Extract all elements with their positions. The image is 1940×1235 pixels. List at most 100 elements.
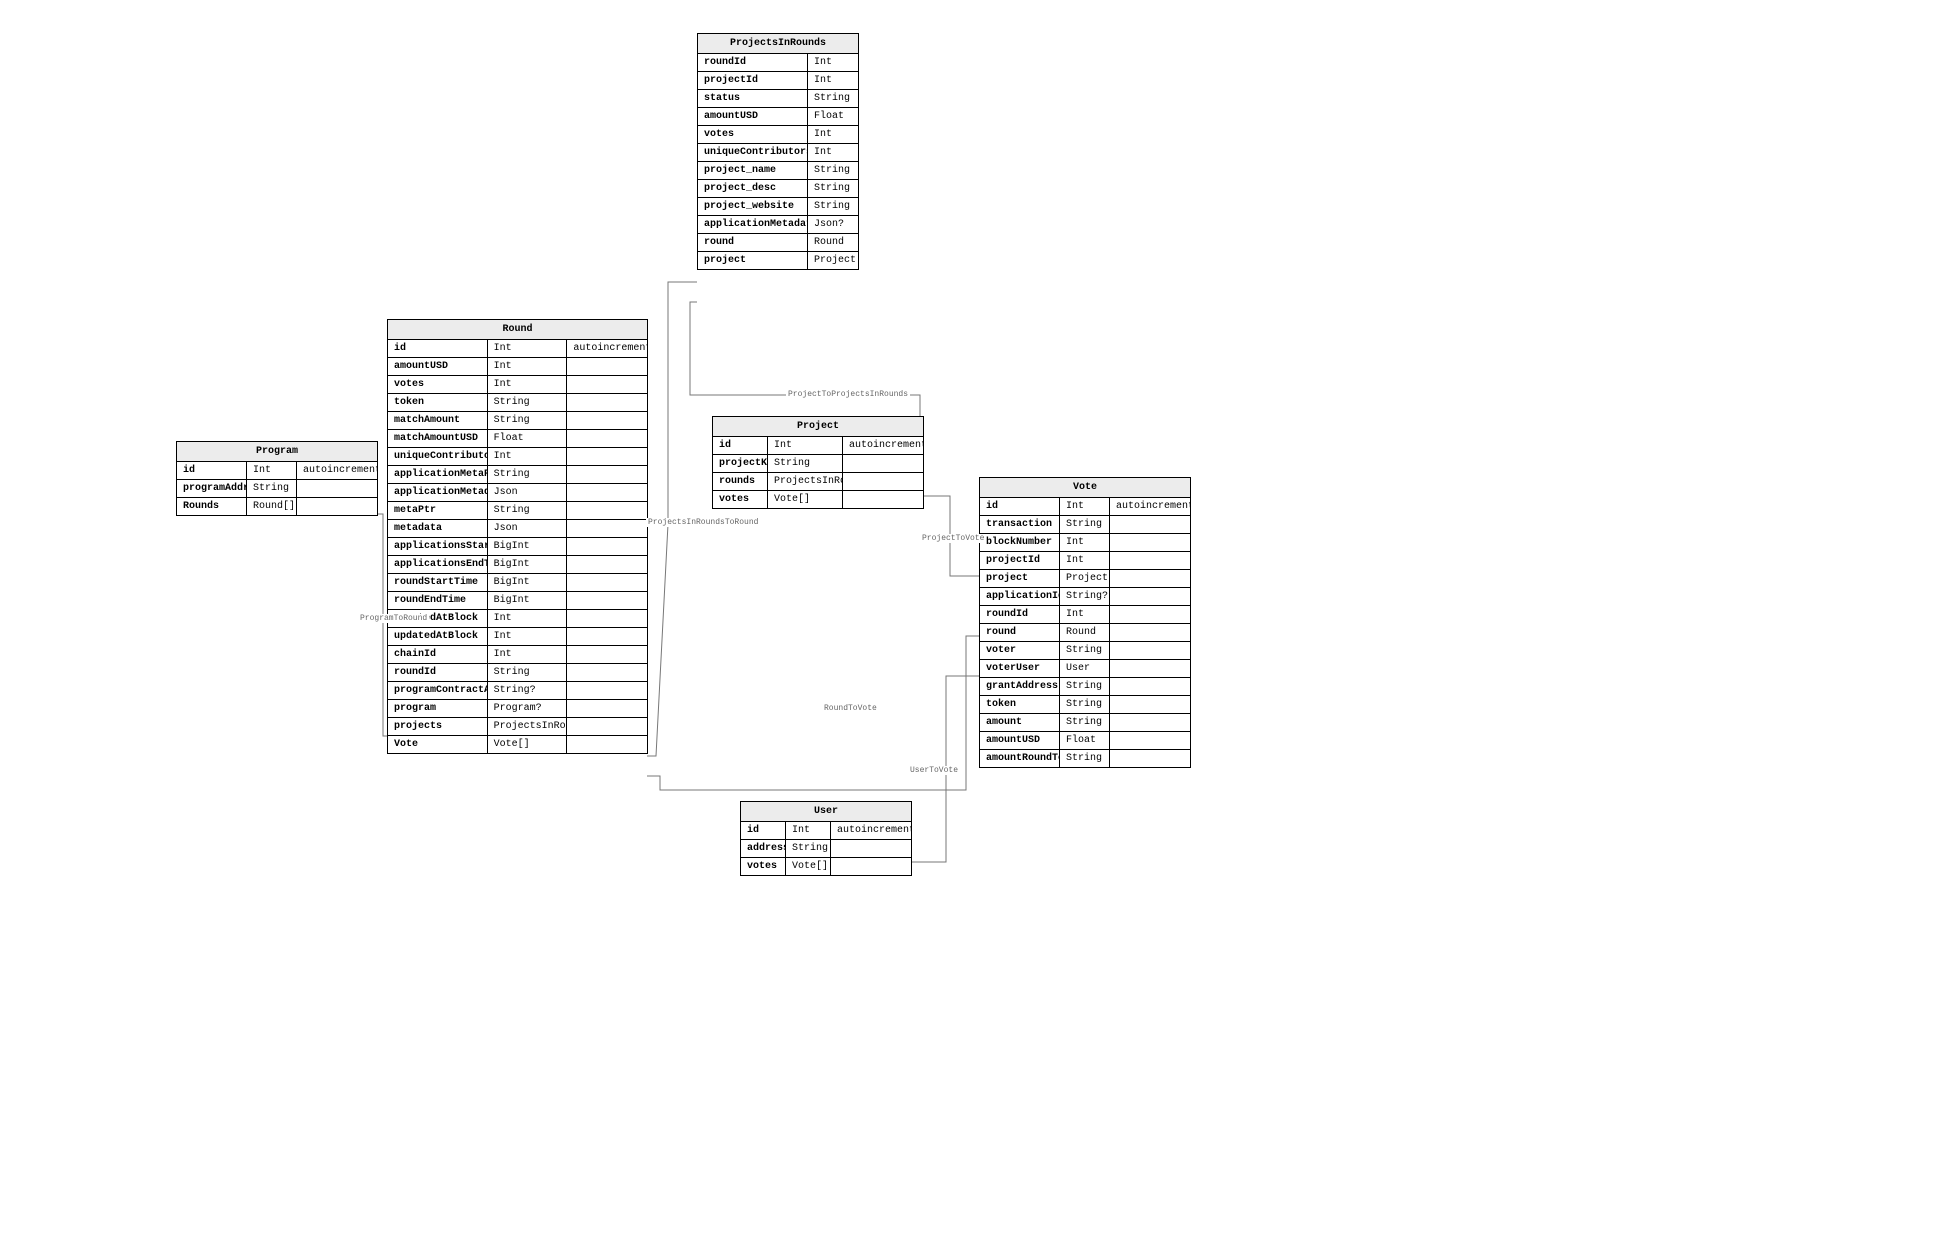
column-name: Rounds bbox=[177, 498, 247, 515]
column-extra bbox=[1110, 534, 1190, 551]
column-name: grantAddress bbox=[980, 678, 1060, 695]
table-row: idIntautoincrement() bbox=[741, 822, 911, 840]
column-extra bbox=[567, 700, 647, 717]
table-title: User bbox=[741, 802, 911, 822]
column-name: id bbox=[741, 822, 786, 839]
table-row: roundRound bbox=[698, 234, 858, 252]
column-name: votes bbox=[388, 376, 488, 393]
table-row: grantAddressString bbox=[980, 678, 1190, 696]
column-extra bbox=[567, 484, 647, 501]
column-name: round bbox=[698, 234, 808, 251]
column-name: status bbox=[698, 90, 808, 107]
column-type: Float bbox=[1060, 732, 1110, 749]
column-type: Round bbox=[1060, 624, 1110, 641]
table-row: voterUserUser bbox=[980, 660, 1190, 678]
table-row: applicationsStartTimeBigInt bbox=[388, 538, 647, 556]
column-name: voterUser bbox=[980, 660, 1060, 677]
column-name: uniqueContributors bbox=[698, 144, 808, 161]
table-row: roundRound bbox=[980, 624, 1190, 642]
column-name: project_website bbox=[698, 198, 808, 215]
column-extra: autoincrement() bbox=[567, 340, 647, 357]
column-type: Json bbox=[488, 520, 568, 537]
table-row: projectProject bbox=[980, 570, 1190, 588]
column-name: matchAmount bbox=[388, 412, 488, 429]
table-row: idIntautoincrement() bbox=[388, 340, 647, 358]
column-extra bbox=[1110, 552, 1190, 569]
table-row: votesInt bbox=[698, 126, 858, 144]
table-row: programAddressString bbox=[177, 480, 377, 498]
column-extra bbox=[567, 646, 647, 663]
table-row: project_descString bbox=[698, 180, 858, 198]
column-type: Int bbox=[808, 126, 858, 143]
table-row: applicationsEndTimeBigInt bbox=[388, 556, 647, 574]
column-type: Project bbox=[808, 252, 858, 269]
column-type: Round[] bbox=[247, 498, 297, 515]
column-name: amountRoundToken bbox=[980, 750, 1060, 767]
column-type: User bbox=[1060, 660, 1110, 677]
column-name: amount bbox=[980, 714, 1060, 731]
table-body: roundIdIntprojectIdIntstatusStringamount… bbox=[698, 54, 858, 269]
column-name: blockNumber bbox=[980, 534, 1060, 551]
column-name: chainId bbox=[388, 646, 488, 663]
table-title: Project bbox=[713, 417, 923, 437]
column-name: roundId bbox=[698, 54, 808, 71]
table-row: project_websiteString bbox=[698, 198, 858, 216]
column-extra: autoincrement() bbox=[1110, 498, 1190, 515]
column-extra bbox=[831, 840, 911, 857]
table-body: idIntautoincrement()transactionStringblo… bbox=[980, 498, 1190, 767]
column-type: Int bbox=[808, 72, 858, 89]
column-name: roundEndTime bbox=[388, 592, 488, 609]
column-name: token bbox=[388, 394, 488, 411]
column-name: metaPtr bbox=[388, 502, 488, 519]
column-extra bbox=[567, 736, 647, 753]
column-name: round bbox=[980, 624, 1060, 641]
column-type: Int bbox=[786, 822, 831, 839]
column-name: id bbox=[177, 462, 247, 479]
table-vote: Vote idIntautoincrement()transactionStri… bbox=[979, 477, 1191, 768]
column-type: Json bbox=[488, 484, 568, 501]
column-name: projectKey bbox=[713, 455, 768, 472]
table-row: roundEndTimeBigInt bbox=[388, 592, 647, 610]
column-type: Int bbox=[1060, 534, 1110, 551]
column-type: String? bbox=[488, 682, 568, 699]
column-type: BigInt bbox=[488, 538, 568, 555]
column-extra bbox=[567, 448, 647, 465]
column-name: projectId bbox=[698, 72, 808, 89]
column-extra bbox=[1110, 588, 1190, 605]
column-name: uniqueContributors bbox=[388, 448, 488, 465]
column-type: Int bbox=[488, 358, 568, 375]
table-row: votesVote[] bbox=[713, 491, 923, 508]
column-type: String? bbox=[1060, 588, 1110, 605]
column-extra: autoincrement() bbox=[297, 462, 377, 479]
column-type: Int bbox=[488, 448, 568, 465]
column-extra bbox=[1110, 624, 1190, 641]
column-type: Int bbox=[247, 462, 297, 479]
table-row: applicationMetaPtrString bbox=[388, 466, 647, 484]
column-type: Float bbox=[808, 108, 858, 125]
connectors-layer bbox=[0, 0, 1940, 1235]
column-type: String bbox=[1060, 642, 1110, 659]
column-name: projectId bbox=[980, 552, 1060, 569]
table-row: roundsProjectsInRounds[] bbox=[713, 473, 923, 491]
column-extra bbox=[1110, 642, 1190, 659]
table-title: Program bbox=[177, 442, 377, 462]
table-row: blockNumberInt bbox=[980, 534, 1190, 552]
table-row: projectProject bbox=[698, 252, 858, 269]
table-body: idIntautoincrement()programAddressString… bbox=[177, 462, 377, 515]
column-extra bbox=[567, 466, 647, 483]
column-name: voter bbox=[980, 642, 1060, 659]
table-row: amountUSDFloat bbox=[980, 732, 1190, 750]
column-extra bbox=[567, 610, 647, 627]
column-extra bbox=[843, 491, 923, 508]
table-row: updatedAtBlockInt bbox=[388, 628, 647, 646]
column-extra bbox=[567, 574, 647, 591]
column-name: applicationMetaPtr bbox=[388, 466, 488, 483]
table-title: Round bbox=[388, 320, 647, 340]
table-title: ProjectsInRounds bbox=[698, 34, 858, 54]
column-type: Int bbox=[488, 340, 568, 357]
column-type: String bbox=[488, 664, 568, 681]
column-name: votes bbox=[713, 491, 768, 508]
table-row: chainIdInt bbox=[388, 646, 647, 664]
table-row: applicationMetadataJson bbox=[388, 484, 647, 502]
table-user: User idIntautoincrement()addressStringvo… bbox=[740, 801, 912, 876]
